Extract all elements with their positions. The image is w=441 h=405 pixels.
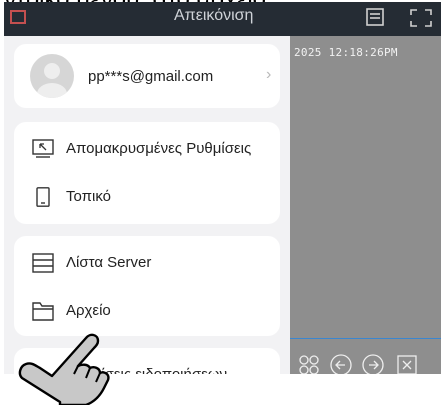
page-title: Απεικόνιση — [174, 7, 254, 24]
user-icon — [37, 63, 67, 98]
server-list-icon — [32, 253, 54, 273]
fullscreen-icon[interactable] — [409, 8, 433, 28]
top-bar: Απεικόνιση — [4, 2, 441, 36]
list-icon[interactable] — [366, 8, 384, 26]
avatar[interactable] — [30, 54, 74, 98]
hand-pointer-icon — [18, 333, 110, 405]
remote-settings-icon — [32, 139, 54, 158]
menu-item-server-list[interactable]: Λίστα Server — [14, 240, 280, 286]
menu-item-remote-settings[interactable]: Απομακρυσμένες Ρυθμίσεις — [14, 126, 280, 172]
chevron-right-icon: › — [266, 66, 272, 83]
menu-item-local[interactable]: Τοπικό — [14, 174, 280, 220]
prev-icon[interactable] — [330, 354, 352, 374]
next-icon[interactable] — [362, 354, 384, 374]
video-timestamp: 2025 12:18:26PM — [294, 46, 398, 59]
menu-item-label: Αρχείο — [66, 302, 111, 319]
settings-card: Απομακρυσμένες Ρυθμίσεις Τοπικό — [14, 122, 280, 224]
close-view-icon[interactable] — [396, 354, 418, 374]
account-card[interactable]: pp***s@gmail.com › — [14, 44, 280, 108]
menu-icon[interactable] — [10, 10, 26, 24]
controls-divider — [290, 338, 441, 339]
menu-item-label: Απομακρυσμένες Ρυθμίσεις — [66, 140, 252, 157]
menu-item-label: Λίστα Server — [66, 254, 152, 271]
camera-preview[interactable]: 2025 12:18:26PM — [290, 36, 441, 374]
menu-item-label: Τοπικό — [66, 188, 111, 205]
quad-view-icon[interactable] — [298, 354, 320, 374]
account-email: pp***s@gmail.com — [88, 68, 214, 85]
phone-icon — [36, 187, 50, 207]
